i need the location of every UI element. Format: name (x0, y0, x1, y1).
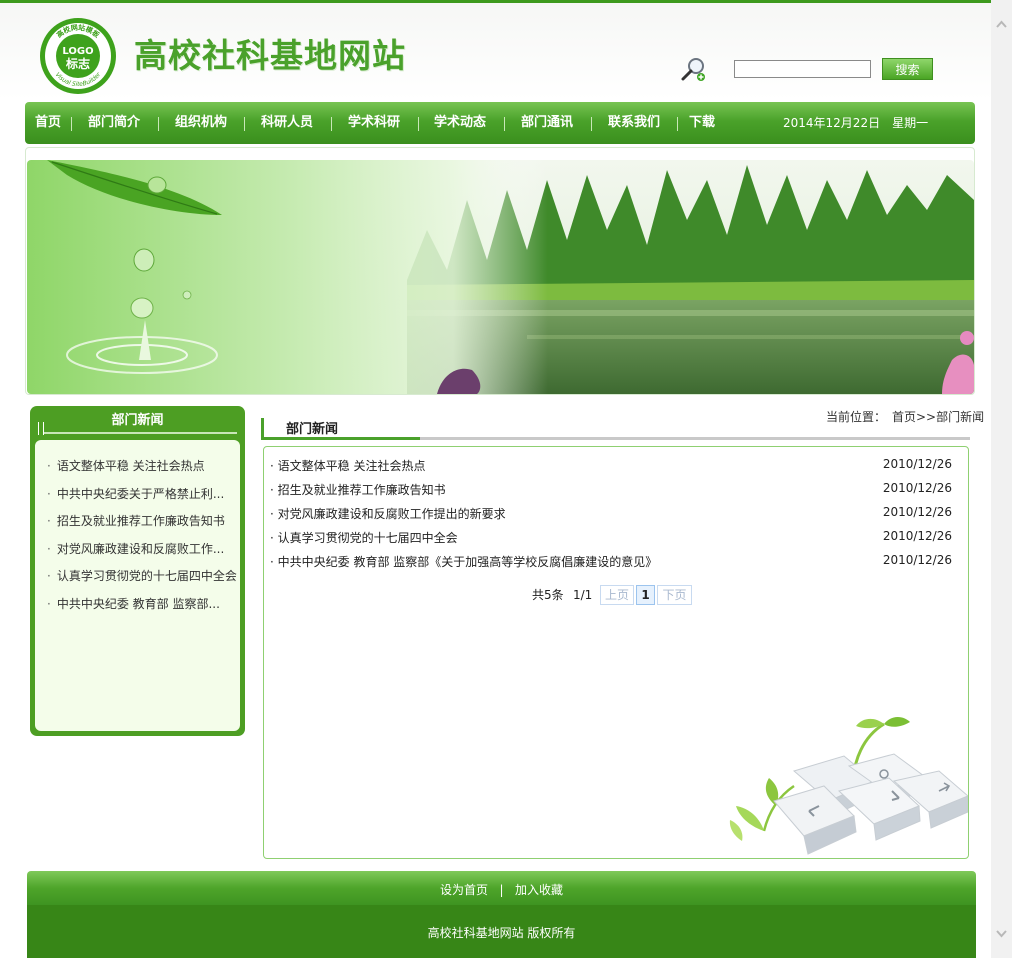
news-title[interactable]: · 语文整体平稳 关注社会热点 (270, 457, 425, 474)
news-title[interactable]: · 认真学习贯彻党的十七届四中全会 (270, 529, 458, 546)
sidebar-item[interactable]: · 语文整体平稳 关注社会热点 (47, 457, 205, 474)
sidebar-item[interactable]: · 认真学习贯彻党的十七届四中全会 (47, 567, 237, 584)
sidebar-news-panel: 部门新闻 · 语文整体平稳 关注社会热点 · 中共中央纪委关于严格禁止利... · 招… (30, 406, 245, 736)
chevron-down-icon[interactable] (995, 927, 1008, 940)
nav-item-academic-news[interactable]: 学术动态 (434, 102, 486, 144)
section-title: 部门新闻 (286, 422, 339, 437)
news-date: 2010/12/26 (882, 553, 952, 567)
set-homepage-link[interactable]: 设为首页 (440, 883, 488, 897)
nav-item-download[interactable]: 下载 (689, 102, 715, 144)
bullet-dot: · (47, 542, 51, 556)
news-row[interactable]: · 语文整体平稳 关注社会热点 2010/12/26 (270, 457, 952, 475)
news-title[interactable]: · 对党风廉政建设和反腐败工作提出的新要求 (270, 505, 506, 522)
copyright-text: 高校社科基地网站 版权所有 (427, 926, 576, 940)
sidebar-item[interactable]: · 中共中央纪委 教育部 监察部... (47, 595, 220, 612)
nav-item-newsletter[interactable]: 部门通讯 (521, 102, 573, 144)
bullet-dot: · (47, 514, 51, 528)
nav-item-researchers[interactable]: 科研人员 (261, 102, 313, 144)
news-row[interactable]: · 中共中央纪委 教育部 监察部《关于加强高等学校反腐倡廉建设的意见》 2010/… (270, 553, 952, 571)
section-marker (261, 418, 264, 437)
news-title[interactable]: · 招生及就业推荐工作廉政告知书 (270, 481, 446, 498)
nav-item-home[interactable]: 首页 (35, 102, 61, 144)
nav-separator (158, 117, 159, 131)
nav-separator (591, 117, 592, 131)
footer-link-separator: | (499, 883, 504, 897)
title-underline (44, 432, 237, 434)
banner-image (27, 160, 974, 394)
nav-separator (418, 117, 419, 131)
search-input[interactable] (734, 60, 871, 78)
nav-item-research[interactable]: 学术科研 (348, 102, 400, 144)
search-button[interactable]: 搜索 (882, 58, 933, 80)
pager-page-of: 1/1 (573, 588, 593, 602)
footer-copyright-bar: 高校社科基地网站 版权所有 (27, 905, 976, 958)
site-header: 高校网站模板 Visual SiteBuilder LOGO 标志 高校社科基地… (0, 3, 991, 100)
nav-separator (331, 117, 332, 131)
news-date: 2010/12/26 (882, 529, 952, 543)
footer-links: 设为首页 | 加入收藏 (27, 871, 976, 909)
page-scrollbar[interactable] (991, 0, 1012, 958)
logo-emblem[interactable]: 高校网站模板 Visual SiteBuilder LOGO 标志 (38, 16, 118, 96)
nav-separator (677, 117, 678, 131)
sidebar-item[interactable]: · 中共中央纪委关于严格禁止利... (47, 485, 224, 502)
news-row[interactable]: · 对党风廉政建设和反腐败工作提出的新要求 2010/12/26 (270, 505, 952, 523)
keyboard-sprout-illustration (729, 717, 968, 855)
news-row[interactable]: · 认真学习贯彻党的十七届四中全会 2010/12/26 (270, 529, 952, 547)
news-date: 2010/12/26 (882, 505, 952, 519)
news-date: 2010/12/26 (882, 457, 952, 471)
section-underline (261, 437, 420, 440)
news-row[interactable]: · 招生及就业推荐工作廉政告知书 2010/12/26 (270, 481, 952, 499)
nav-item-contact[interactable]: 联系我们 (608, 102, 660, 144)
svg-text:标志: 标志 (65, 56, 90, 71)
section-underline-rest (420, 437, 970, 440)
add-favorite-link[interactable]: 加入收藏 (515, 883, 563, 897)
bullet-dot: · (47, 487, 51, 501)
current-page-button[interactable]: 1 (636, 585, 655, 605)
breadcrumb: 当前位置： 首页>>部门新闻 (826, 410, 985, 424)
next-page-button[interactable]: 下页 (657, 585, 692, 605)
svg-text:LOGO: LOGO (62, 46, 93, 57)
sidebar-item[interactable]: · 对党风廉政建设和反腐败工作... (47, 540, 224, 557)
bullet-dot: · (47, 569, 51, 583)
nav-item-about[interactable]: 部门简介 (88, 102, 140, 144)
site-title: 高校社科基地网站 (134, 36, 406, 75)
news-title[interactable]: · 中共中央纪委 教育部 监察部《关于加强高等学校反腐倡廉建设的意见》 (270, 553, 657, 570)
nav-separator (244, 117, 245, 131)
sidebar-item[interactable]: · 招生及就业推荐工作廉政告知书 (47, 512, 225, 529)
current-date: 2014年12月22日 星期一 (783, 116, 929, 130)
bullet-dot: · (47, 597, 51, 611)
prev-page-button[interactable]: 上页 (600, 585, 634, 605)
sidebar-list: · 语文整体平稳 关注社会热点 · 中共中央纪委关于严格禁止利... · 招生及就业推… (35, 440, 240, 731)
chevron-up-icon[interactable] (995, 18, 1008, 31)
nav-separator (504, 117, 505, 131)
nav-separator (71, 117, 72, 131)
magnifier-icon (681, 58, 705, 81)
pager-total: 共5条 (532, 588, 564, 602)
nav-item-organization[interactable]: 组织机构 (175, 102, 227, 144)
bullet-dot: · (47, 459, 51, 473)
footer-links-bar: 设为首页 | 加入收藏 (27, 871, 976, 905)
main-nav: 首页 部门简介 组织机构 科研人员 学术科研 学术动态 部门通讯 联系我们 下载… (25, 102, 975, 144)
news-date: 2010/12/26 (882, 481, 952, 495)
